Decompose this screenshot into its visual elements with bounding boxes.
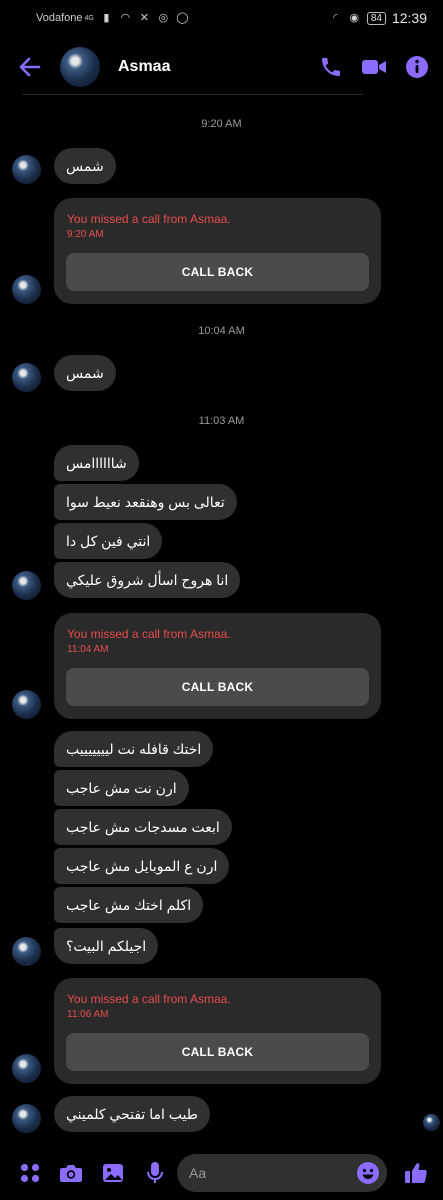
missed-call-time: 9:20 AM <box>67 229 104 240</box>
wifi-icon: ◠ <box>120 11 131 24</box>
missed-call-card: You missed a call from Asmaa. 11:06 AM C… <box>54 978 381 1084</box>
message-bubble[interactable]: ابعت مسدجات مش عاجب <box>54 809 232 845</box>
message-bubble[interactable]: شمس <box>54 148 116 184</box>
message-avatar <box>12 571 41 600</box>
message-bubble[interactable]: اجيلكم البيت؟ <box>54 928 159 964</box>
message-avatar <box>12 1104 41 1133</box>
gallery-button[interactable] <box>100 1160 126 1186</box>
missed-call-text: You missed a call from Asmaa. <box>67 212 231 226</box>
whatsapp-notif-icon: ◯ <box>176 11 189 24</box>
phone-icon[interactable] <box>319 55 343 79</box>
video-camera-icon[interactable] <box>361 57 387 77</box>
menu-grid-icon <box>20 1163 40 1183</box>
info-icon[interactable] <box>405 55 429 79</box>
thumbs-up-button[interactable] <box>403 1160 429 1186</box>
missed-call-time: 11:04 AM <box>67 644 109 655</box>
message-bubble[interactable]: شمس <box>54 355 116 391</box>
message-bubble[interactable]: اختك قافله نت ليييييييب <box>54 731 214 767</box>
message-avatar <box>12 1054 41 1083</box>
emoji-icon[interactable] <box>356 1161 380 1185</box>
missed-call-card: You missed a call from Asmaa. 11:04 AM C… <box>54 613 381 719</box>
contact-avatar[interactable] <box>60 47 100 87</box>
network-type: 4G <box>84 14 94 22</box>
timestamp: 11:03 AM <box>198 415 245 427</box>
camera-button[interactable] <box>58 1160 84 1186</box>
message-bubble[interactable]: تعالى بس وهنقعد نعيط سوا <box>54 484 237 520</box>
menu-grid-button[interactable] <box>17 1160 43 1186</box>
missed-call-text: You missed a call from Asmaa. <box>67 992 231 1006</box>
message-avatar <box>12 155 41 184</box>
message-input[interactable]: Aa <box>177 1154 387 1192</box>
clock: 12:39 <box>391 10 427 26</box>
read-receipt-avatar <box>423 1114 440 1131</box>
composer-bar: Aa <box>0 1152 443 1194</box>
message-avatar <box>12 275 41 304</box>
status-bar: Vodafone 4G ▮ ◠ ✕ ◎ ◯ ◜ ◉ 84 12:39 <box>0 0 443 36</box>
carrier-name: Vodafone <box>36 12 83 24</box>
missed-call-time: 11:06 AM <box>67 1009 109 1020</box>
back-arrow-icon <box>19 57 41 77</box>
timestamp: 10:04 AM <box>198 325 245 337</box>
signal-icon: ▮ <box>103 11 110 24</box>
alarm-off-icon: ✕ <box>139 11 149 24</box>
message-bubble[interactable]: اكلم اختك مش عاجب <box>54 887 204 923</box>
message-bubble[interactable]: ارن نت مش عاجب <box>54 770 189 806</box>
battery-indicator: 84 <box>366 11 386 25</box>
call-back-button[interactable]: CALL BACK <box>66 1033 369 1071</box>
message-bubble[interactable]: طيب اما تفتحي كلميني <box>54 1096 210 1132</box>
message-avatar <box>12 937 41 966</box>
header-divider <box>22 94 363 95</box>
microphone-icon <box>147 1162 163 1183</box>
call-back-button[interactable]: CALL BACK <box>66 253 369 291</box>
gallery-icon <box>103 1164 123 1182</box>
chat-header: Asmaa <box>0 40 443 94</box>
missed-call-text: You missed a call from Asmaa. <box>67 627 231 641</box>
timestamp: 9:20 AM <box>201 118 242 130</box>
contact-name[interactable]: Asmaa <box>118 58 170 76</box>
message-bubble[interactable]: انتي فين كل دا <box>54 523 163 559</box>
message-bubble[interactable]: شاااااامس <box>54 445 139 481</box>
microphone-button[interactable] <box>142 1160 168 1186</box>
message-bubble[interactable]: ارن ع الموبايل مش عاجب <box>54 848 230 884</box>
call-back-button[interactable]: CALL BACK <box>66 668 369 706</box>
camera-icon <box>60 1165 82 1182</box>
message-avatar <box>12 363 41 392</box>
missed-call-card: You missed a call from Asmaa. 9:20 AM CA… <box>54 198 381 304</box>
headset-icon: ◜ <box>333 11 338 24</box>
messenger-notif-icon: ◎ <box>158 11 169 24</box>
back-button[interactable] <box>10 47 50 87</box>
eye-icon: ◉ <box>349 11 360 24</box>
message-bubble[interactable]: انا هروح اسأل شروق عليكي <box>54 562 241 598</box>
thumbs-up-icon <box>405 1163 427 1183</box>
message-avatar <box>12 690 41 719</box>
